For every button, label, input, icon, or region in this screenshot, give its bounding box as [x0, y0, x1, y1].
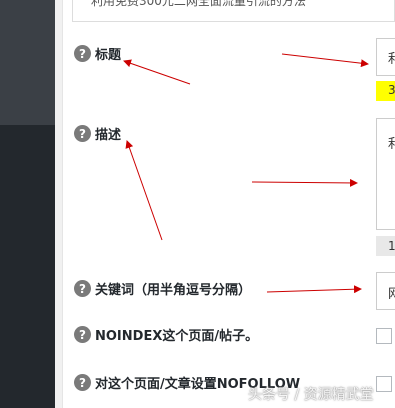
seo-keywords-input[interactable]: 网: [376, 272, 395, 310]
seo-keywords-value: 网: [388, 287, 395, 302]
keywords-label: 关键词（用半角逗号分隔）: [95, 283, 252, 298]
title-row-label: ? 标题: [74, 44, 121, 63]
description-label: 描述: [95, 128, 122, 143]
admin-sidebar-bottom: [0, 125, 55, 408]
seo-title-value: 利: [388, 52, 395, 67]
title-char-count: 3: [388, 83, 395, 97]
help-icon[interactable]: ?: [74, 125, 91, 142]
post-title-value: 利用免费300元二网全面流量引流的方法: [91, 0, 306, 8]
noindex-row-label: ? NOINDEX这个页面/帖子。: [74, 325, 258, 344]
seo-description-textarea[interactable]: 利: [376, 118, 395, 230]
help-icon[interactable]: ?: [74, 280, 91, 297]
watermark: 头条号 / 资源精武堂: [248, 387, 374, 403]
help-icon[interactable]: ?: [74, 326, 91, 343]
description-row-label: ? 描述: [74, 124, 121, 143]
post-title-field[interactable]: 利用免费300元二网全面流量引流的方法: [72, 0, 395, 22]
noindex-checkbox[interactable]: [376, 328, 392, 344]
seo-title-input[interactable]: 利: [376, 38, 395, 76]
help-icon[interactable]: ?: [74, 45, 91, 62]
keywords-row-label: ? 关键词（用半角逗号分隔）: [74, 279, 251, 298]
title-label: 标题: [95, 48, 122, 63]
help-icon[interactable]: ?: [74, 374, 91, 391]
seo-description-value: 利: [388, 137, 395, 152]
noindex-label: NOINDEX这个页面/帖子。: [95, 329, 259, 344]
admin-sidebar-top: [0, 0, 55, 125]
description-char-count: 1: [388, 239, 395, 253]
description-char-counter: 1: [376, 236, 395, 256]
nofollow-checkbox[interactable]: [376, 376, 392, 392]
title-char-counter: 3: [376, 81, 395, 101]
